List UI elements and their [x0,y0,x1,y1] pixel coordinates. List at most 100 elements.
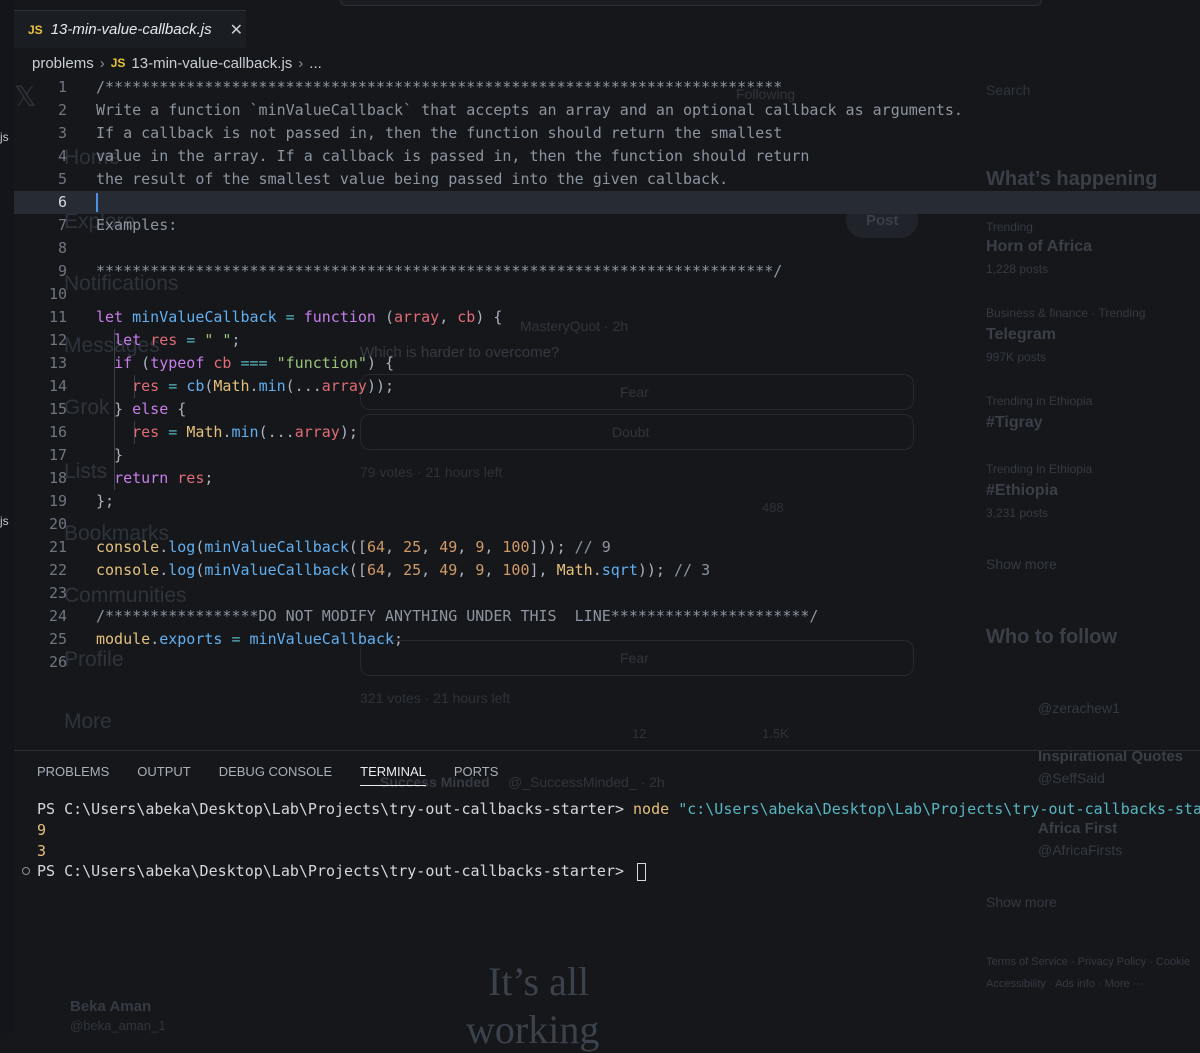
code-line[interactable]: 9 ***************************************… [14,260,1200,283]
code-line[interactable]: 13 if (typeof cb === "function") { [14,352,1200,375]
bg-follow3-handle: @AfricaFirsts [1038,842,1123,858]
chevron-right-icon: › [99,54,105,72]
breadcrumb-more[interactable]: ... [309,55,322,72]
terminal-command: node [633,800,670,818]
terminal-argument: "c:\Users\abeka\Desktop\Lab\Projects\try… [678,800,1200,818]
code-text: module.exports = minValueCallback; [96,630,404,648]
code-line[interactable]: 11 let minValueCallback = function (array… [14,306,1200,329]
line-number: 20 [48,515,67,533]
code-text: let res = " "; [114,331,241,349]
code-line[interactable]: 24 /*****************DO NOT MODIFY ANYTHI… [14,605,1200,628]
line-number: 6 [57,193,67,211]
code-text: Examples: [96,216,178,234]
close-icon[interactable]: ✕ [230,20,243,40]
code-line[interactable]: 12 let res = " "; [14,329,1200,352]
line-number: 14 [48,377,67,395]
code-text: /*****************DO NOT MODIFY ANYTHING… [96,607,819,625]
code-text: res = Math.min(...array); [132,423,358,441]
code-line[interactable]: 17 } [14,444,1200,467]
code-line[interactable]: 10 [14,283,1200,306]
command-decoration-icon [22,867,30,875]
code-line[interactable]: 6 [14,191,1200,214]
line-number: 10 [48,285,67,303]
code-text: Write a function `minValueCallback` that… [96,101,963,119]
code-line[interactable]: 18 return res; [14,467,1200,490]
strip-item-js-2[interactable]: js [0,514,9,528]
panel-divider[interactable] [14,750,1200,751]
command-center[interactable] [340,0,1042,6]
js-file-icon: JS [28,22,43,37]
code-text: ****************************************… [96,262,783,280]
line-number: 25 [48,630,67,648]
tab-output[interactable]: OUTPUT [137,764,190,786]
tab-terminal[interactable]: TERMINAL [360,764,426,786]
code-line[interactable]: 2 Write a function `minValueCallback` tha… [14,99,1200,122]
line-number: 21 [48,538,67,556]
bg-big-text-2: working [466,1007,600,1052]
editor-tab[interactable]: JS 13-min-value-callback.js ✕ [14,10,246,48]
code-text: /***************************************… [96,78,783,96]
code-editor[interactable]: 1 /**************************************… [14,76,1200,748]
code-line[interactable]: 1 /**************************************… [14,76,1200,99]
panel-tabs: PROBLEMS OUTPUT DEBUG CONSOLE TERMINAL P… [37,764,526,786]
code-line[interactable]: 25 module.exports = minValueCallback; [14,628,1200,651]
line-number: 17 [48,446,67,464]
code-text: res = cb(Math.min(...array)); [132,377,395,395]
terminal-cursor [637,862,647,881]
line-number: 18 [48,469,67,487]
line-number: 11 [48,308,67,326]
line-number: 2 [57,101,67,119]
code-line[interactable]: 21 console.log(minValueCallback([64, 25, … [14,536,1200,559]
code-line[interactable]: 5 the result of the smallest value being … [14,168,1200,191]
line-number: 12 [48,331,67,349]
text-cursor [96,193,98,212]
code-line[interactable]: 7 Examples: [14,214,1200,237]
code-text: console.log(minValueCallback([64, 25, 49… [96,538,611,556]
bg-show-more-2: Show more [986,894,1057,910]
line-number: 16 [48,423,67,441]
code-text: }; [96,492,115,510]
bg-follow3: Africa First [1038,820,1118,837]
code-line[interactable]: 22 console.log(minValueCallback([64, 25, … [14,559,1200,582]
line-number: 5 [57,170,67,188]
code-text: let minValueCallback = function (array, … [96,308,503,326]
line-number: 24 [48,607,67,625]
terminal-prompt: PS C:\Users\abeka\Desktop\Lab\Projects\t… [37,862,634,880]
code-text: the result of the smallest value being p… [96,170,729,188]
tab-bar: JS 13-min-value-callback.js ✕ [0,0,1200,48]
code-line[interactable]: 8 [14,237,1200,260]
code-text: value in the array. If a callback is pas… [96,147,810,165]
bg-follow2-handle: @SeffSaid [1038,770,1105,786]
line-number: 23 [48,584,67,602]
breadcrumb-folder[interactable]: problems [32,55,94,72]
line-number: 19 [48,492,67,510]
code-line[interactable]: 26 [14,651,1200,674]
code-line[interactable]: 15 } else { [14,398,1200,421]
code-line[interactable]: 20 [14,513,1200,536]
terminal-line: PS C:\Users\abeka\Desktop\Lab\Projects\t… [37,798,1200,820]
code-line[interactable]: 16 res = Math.min(...array); [14,421,1200,444]
code-line[interactable]: 19}; [14,490,1200,513]
terminal-prompt: PS C:\Users\abeka\Desktop\Lab\Projects\t… [37,800,634,818]
code-text: return res; [114,469,214,487]
breadcrumb: problems › JS 13-min-value-callback.js ›… [32,52,322,74]
tab-problems[interactable]: PROBLEMS [37,764,109,786]
line-number: 8 [57,239,67,257]
code-line[interactable]: 14 res = cb(Math.min(...array)); [14,375,1200,398]
js-file-icon: JS [110,56,126,70]
bg-footer: Terms of Service · Privacy Policy · Cook… [986,956,1191,968]
bg-footer-2: Accessibility · Ads info · More ··· [986,978,1144,990]
strip-item-js-1[interactable]: js [0,130,9,144]
line-number: 15 [48,400,67,418]
terminal-line: PS C:\Users\abeka\Desktop\Lab\Projects\t… [37,860,647,882]
code-text: If a callback is not passed in, then the… [96,124,783,142]
code-line[interactable]: 23 [14,582,1200,605]
code-line[interactable]: 4 value in the array. If a callback is pa… [14,145,1200,168]
line-number: 4 [57,147,67,165]
code-text: } [96,446,124,464]
tab-debug-console[interactable]: DEBUG CONSOLE [219,764,332,786]
tab-ports[interactable]: PORTS [454,764,499,786]
tab-title: 13-min-value-callback.js [50,21,212,38]
breadcrumb-file[interactable]: 13-min-value-callback.js [131,55,292,72]
code-line[interactable]: 3 If a callback is not passed in, then th… [14,122,1200,145]
